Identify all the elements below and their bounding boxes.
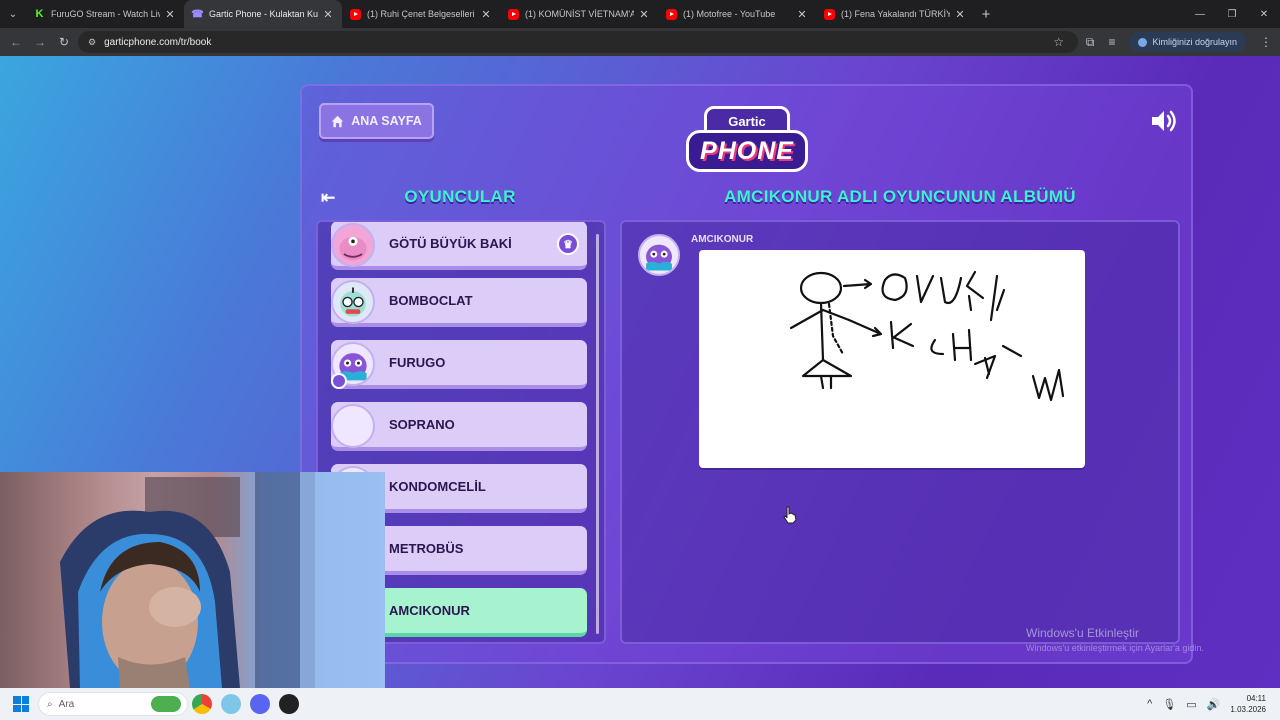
verify-identity-button[interactable]: Kimliğinizi doğrulayın: [1129, 32, 1246, 52]
tab-title: Gartic Phone - Kulaktan Kulağa: [209, 9, 318, 19]
network-icon[interactable]: ▭: [1186, 698, 1196, 711]
minimize-icon[interactable]: —: [1184, 0, 1216, 28]
settings-taskbar-icon[interactable]: [221, 694, 241, 714]
player-badge-icon: [331, 373, 347, 389]
clock[interactable]: 04:11 1.03.2026: [1230, 693, 1266, 715]
tab-close-icon[interactable]: ✕: [164, 8, 176, 21]
verify-label: Kimliğinizi doğrulayın: [1152, 37, 1237, 47]
reload-icon[interactable]: ↻: [52, 35, 76, 49]
profile-icon: [1138, 37, 1148, 47]
windows-start-icon[interactable]: [13, 696, 29, 712]
player-item[interactable]: FURUGO: [331, 340, 587, 389]
bookmark-star-icon[interactable]: ☆: [1053, 35, 1064, 49]
webcam-scene: [60, 472, 385, 688]
game-page: ANA SAYFA Gartic PHONE ⇤ OYUNCULAR AMCIK…: [0, 56, 1280, 688]
home-icon: [332, 115, 344, 127]
home-label: ANA SAYFA: [351, 114, 422, 128]
youtube-icon: [508, 8, 519, 20]
webcam-overlay: [0, 472, 385, 688]
tab-search-chevron-icon[interactable]: ⌄: [0, 0, 26, 28]
clock-time: 04:11: [1246, 694, 1266, 703]
youtube-icon: [824, 8, 835, 20]
windows-activation-subtitle: Windows'u etkinleştirmek için Ayarlar'a …: [1026, 643, 1204, 653]
tab-close-icon[interactable]: ✕: [480, 8, 492, 21]
tray-expand-icon[interactable]: ^: [1147, 698, 1152, 710]
hand-cursor-icon: [783, 506, 797, 524]
tab-close-icon[interactable]: ✕: [954, 8, 966, 21]
browser-tab-2[interactable]: (1) Ruhi Çenet Belgeselleri - YouTube ✕: [342, 0, 500, 28]
app-taskbar-icon[interactable]: [279, 694, 299, 714]
back-icon[interactable]: ←: [4, 35, 28, 49]
windows-activation-title: Windows'u Etkinleştir: [1026, 626, 1139, 640]
site-info-icon[interactable]: ⚙: [88, 37, 96, 48]
crown-icon: ♛: [557, 233, 579, 255]
tab-title: (1) KOMÜNİST VİETNAM'A GELDİM: [525, 9, 634, 19]
player-name: KONDOMCELİL: [389, 479, 486, 494]
player-name: GÖTÜ BÜYÜK BAKİ: [389, 236, 512, 251]
kick-icon: K: [35, 8, 44, 20]
browser-tab-0[interactable]: K FuruGO Stream - Watch Live on Kick ✕: [26, 0, 184, 28]
microphone-icon[interactable]: 🎙: [1162, 698, 1176, 711]
browser-tab-4[interactable]: (1) Motofree - YouTube ✕: [658, 0, 816, 28]
back-arrow-icon[interactable]: ⇤: [321, 188, 347, 208]
player-name: METROBÜS: [389, 541, 464, 556]
browser-toolbar: ← → ↻ ⚙ garticphone.com/tr/book ☆ ⧉ ≡ Ki…: [0, 28, 1280, 56]
youtube-icon: [666, 8, 677, 20]
gartic-icon: ☎: [191, 8, 204, 20]
url-text: garticphone.com/tr/book: [104, 36, 212, 48]
drawing-canvas: [699, 250, 1085, 468]
avatar: [331, 404, 375, 448]
extensions-icon[interactable]: ⧉: [1086, 35, 1095, 50]
taskbar-search[interactable]: ⌕ Ara: [38, 692, 188, 716]
volume-icon[interactable]: 🔊: [1207, 698, 1221, 711]
album-author-name: AMCIKONUR: [691, 234, 754, 245]
tab-title: FuruGO Stream - Watch Live on Kick: [51, 9, 160, 19]
player-name: BOMBOCLAT: [389, 293, 473, 308]
search-highlight-icon: [151, 696, 181, 712]
restore-icon[interactable]: ❐: [1216, 0, 1248, 28]
youtube-icon: [350, 8, 361, 20]
tab-title: (1) Motofree - YouTube: [683, 9, 776, 19]
sound-icon[interactable]: [1150, 109, 1178, 133]
player-name: SOPRANO: [389, 417, 455, 432]
search-placeholder: Ara: [58, 698, 75, 710]
browser-tab-5[interactable]: (1) Fena Yakalandı TÜRKİYE'DE ✕: [816, 0, 974, 28]
window-controls: — ❐ ✕: [1184, 0, 1280, 28]
player-item[interactable]: GÖTÜ BÜYÜK BAKİ ♛: [331, 222, 587, 270]
avatar: [331, 280, 375, 324]
tab-close-icon[interactable]: ✕: [638, 8, 650, 21]
browser-tab-1[interactable]: ☎ Gartic Phone - Kulaktan Kulağa ✕: [184, 0, 342, 28]
album-author-avatar: [638, 234, 680, 276]
logo-bottom: PHONE: [686, 130, 808, 172]
chrome-taskbar-icon[interactable]: [192, 694, 212, 714]
browser-menu-icon[interactable]: ⋮: [1260, 35, 1272, 49]
close-window-icon[interactable]: ✕: [1248, 0, 1280, 28]
home-button[interactable]: ANA SAYFA: [319, 103, 434, 139]
tab-media-icon[interactable]: ≡: [1108, 35, 1115, 49]
browser-tab-3[interactable]: (1) KOMÜNİST VİETNAM'A GELDİM ✕: [500, 0, 658, 28]
players-heading: OYUNCULAR: [404, 187, 516, 206]
tab-close-icon[interactable]: ✕: [796, 8, 808, 21]
gartic-phone-logo: Gartic PHONE: [686, 100, 808, 176]
new-tab-button[interactable]: +: [974, 6, 998, 23]
players-scrollbar[interactable]: [596, 234, 599, 634]
discord-taskbar-icon[interactable]: [250, 694, 270, 714]
clock-date: 1.03.2026: [1230, 705, 1266, 714]
tab-close-icon[interactable]: ✕: [322, 8, 334, 21]
player-item[interactable]: SOPRANO: [331, 402, 587, 451]
player-name: FURUGO: [389, 355, 446, 370]
search-icon: ⌕: [47, 698, 53, 710]
player-item[interactable]: BOMBOCLAT: [331, 278, 587, 327]
windows-taskbar: ⌕ Ara ^ 🎙 ▭ 🔊 04:11 1.03.2026: [0, 688, 1280, 720]
player-name: AMCIKONUR: [389, 603, 470, 618]
system-tray: ^ 🎙 ▭ 🔊 04:11 1.03.2026: [1147, 688, 1266, 720]
forward-icon[interactable]: →: [28, 35, 52, 49]
browser-tab-strip: ⌄ K FuruGO Stream - Watch Live on Kick ✕…: [0, 0, 1280, 28]
address-bar[interactable]: ⚙ garticphone.com/tr/book ☆: [78, 31, 1078, 53]
avatar: [331, 223, 375, 267]
tab-title: (1) Ruhi Çenet Belgeselleri - YouTube: [367, 9, 476, 19]
tab-title: (1) Fena Yakalandı TÜRKİYE'DE: [841, 9, 950, 19]
album-heading: AMCIKONUR ADLI OYUNCUNUN ALBÜMÜ: [724, 187, 1076, 206]
